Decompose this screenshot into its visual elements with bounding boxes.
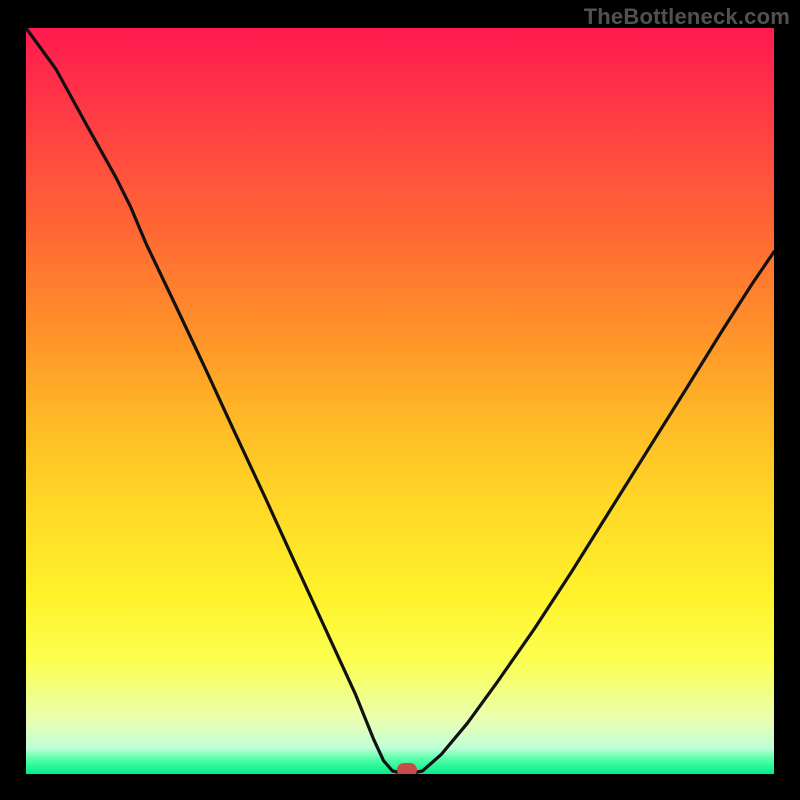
- bottleneck-curve: [26, 28, 774, 774]
- trough-marker: [397, 763, 417, 774]
- chart-container: TheBottleneck.com: [0, 0, 800, 800]
- watermark-text: TheBottleneck.com: [584, 4, 790, 30]
- plot-area: [26, 28, 774, 774]
